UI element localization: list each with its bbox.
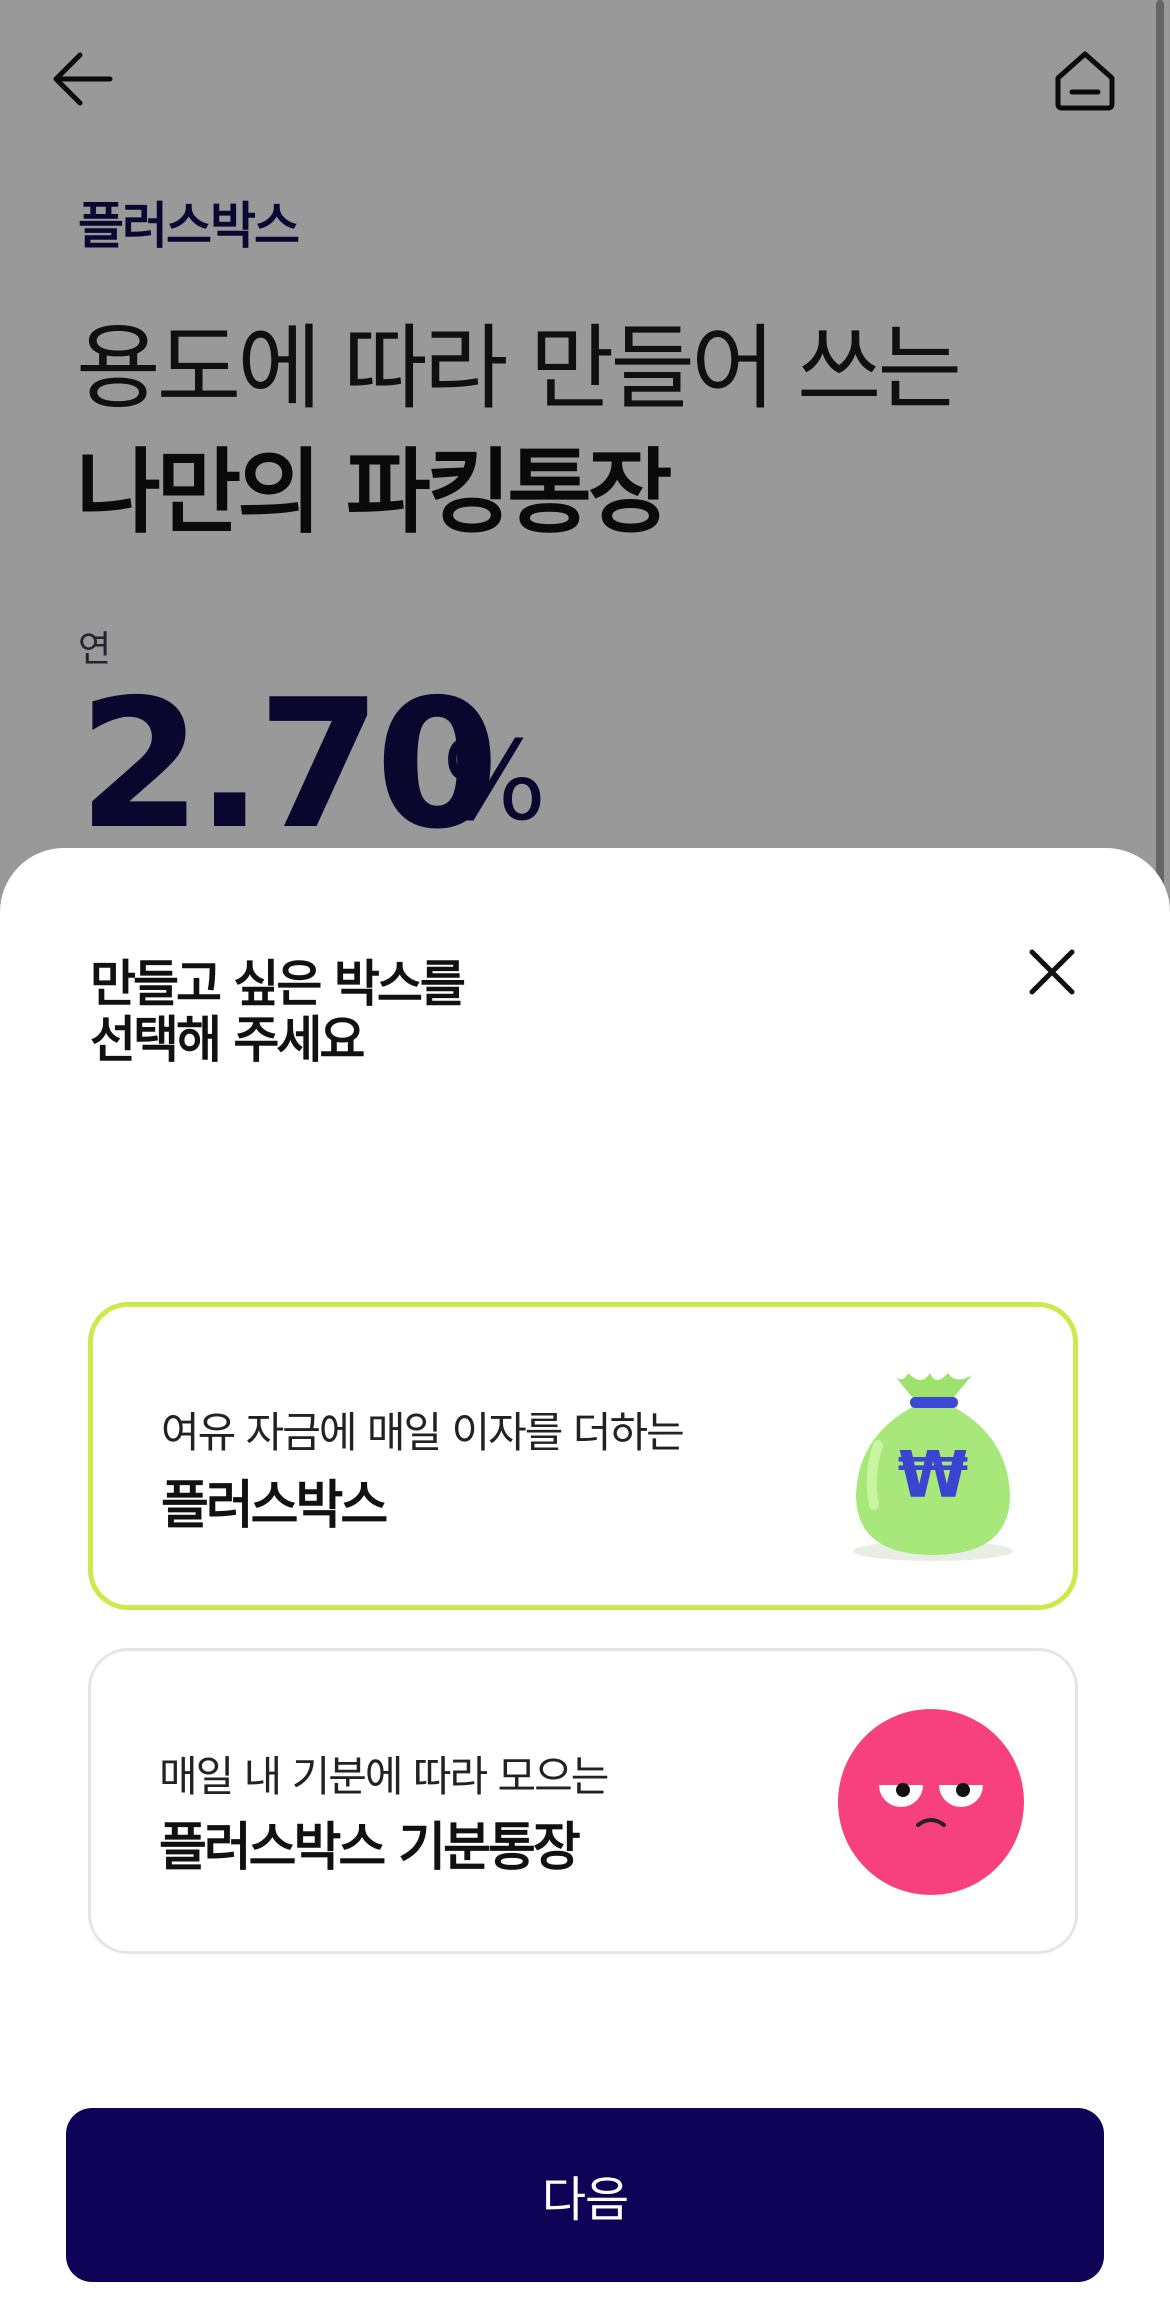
mood-face-icon: [838, 1709, 1024, 1895]
next-button[interactable]: 다음: [66, 2108, 1104, 2282]
option-card-mood-account[interactable]: 매일 내 기분에 따라 모으는 플러스박스 기분통장: [88, 1648, 1078, 1954]
option-description: 매일 내 기분에 따라 모으는: [159, 1752, 609, 1801]
svg-text:₩: ₩: [898, 1439, 969, 1513]
option-description: 여유 자금에 매일 이자를 더하는: [161, 1408, 685, 1457]
bottom-sheet: 만들고 싶은 박스를 선택해 주세요 여유 자금에 매일 이자를 더하는 플러스…: [0, 848, 1170, 2318]
close-icon: [1029, 949, 1075, 995]
option-name: 플러스박스: [161, 1476, 388, 1536]
option-name: 플러스박스 기분통장: [159, 1818, 581, 1878]
sheet-title-line-1: 만들고 싶은 박스를: [90, 955, 466, 1013]
scrollbar[interactable]: [1156, 0, 1164, 890]
close-button[interactable]: [1020, 940, 1084, 1004]
money-bag-icon: ₩: [853, 1373, 1013, 1561]
sheet-title-line-2: 선택해 주세요: [90, 1011, 365, 1069]
option-card-plusbox[interactable]: 여유 자금에 매일 이자를 더하는 플러스박스 ₩: [88, 1302, 1078, 1610]
sheet-title: 만들고 싶은 박스를 선택해 주세요: [90, 956, 690, 1068]
